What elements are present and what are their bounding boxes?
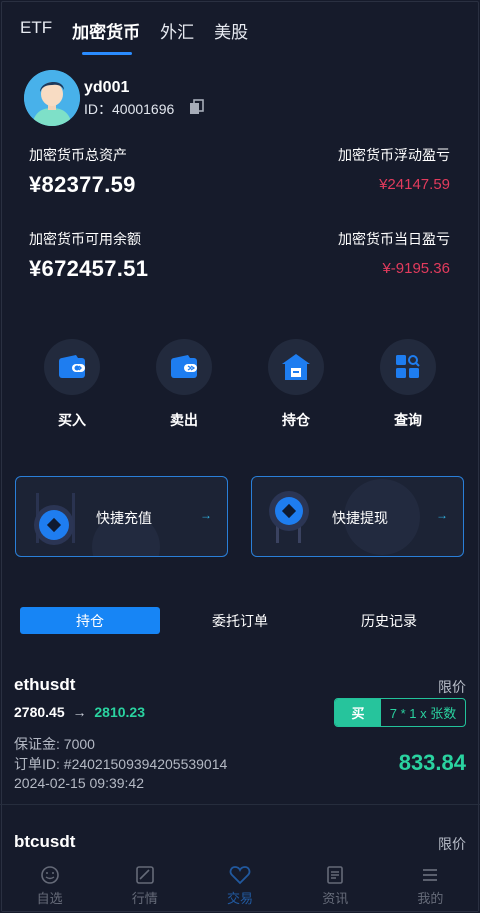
order-type: 限价 — [438, 679, 466, 695]
tab-forex[interactable]: 外汇 — [160, 14, 194, 55]
side-badge: 买 — [335, 699, 381, 726]
order-symbol: btcusdt — [14, 832, 76, 851]
divider — [0, 804, 480, 805]
quick-withdraw-card[interactable]: 快捷提现 → — [251, 476, 464, 557]
tab-us-stocks[interactable]: 美股 — [214, 14, 248, 55]
nav-label: 自选 — [36, 891, 63, 906]
arrow-right-icon: → — [436, 508, 448, 522]
buy-button[interactable]: 买入 — [32, 339, 112, 430]
smile-icon — [40, 866, 59, 884]
nav-label: 我的 — [417, 891, 444, 906]
tab-etf[interactable]: ETF — [20, 14, 52, 55]
menu-icon — [423, 869, 438, 881]
bottom-nav: 自选 行情 交易 资讯 我的 — [2, 859, 478, 911]
order-id: 订单ID: #24021509394205539014 — [14, 756, 228, 772]
nav-watchlist[interactable]: 自选 — [2, 859, 97, 911]
total-assets-value: ¥82377.59 — [29, 172, 136, 197]
nav-label: 行情 — [131, 891, 158, 906]
avatar[interactable] — [24, 70, 80, 126]
quantity: 7 * 1 x 张数 — [389, 706, 457, 721]
total-assets-label: 加密货币总资产 — [29, 147, 127, 163]
quick-withdraw-label: 快捷提现 — [332, 510, 388, 526]
nav-market[interactable]: 行情 — [97, 859, 192, 911]
open-price: 2780.45 — [14, 704, 65, 720]
wallet-out-icon — [156, 339, 212, 395]
username: yd001 — [84, 79, 130, 96]
daily-pnl-label: 加密货币当日盈亏 — [338, 231, 450, 247]
margin: 保证金: 7000 — [14, 736, 95, 752]
quick-deposit-card[interactable]: 快捷充值 → — [15, 476, 228, 557]
query-button[interactable]: 查询 — [368, 339, 448, 430]
order-type: 限价 — [438, 836, 466, 852]
order-pnl: 833.84 — [398, 750, 466, 775]
sell-label: 卖出 — [170, 412, 198, 428]
available-balance-value: ¥672457.51 — [29, 256, 149, 281]
news-icon — [327, 866, 344, 884]
nav-profile[interactable]: 我的 — [383, 859, 478, 911]
nav-label: 交易 — [227, 891, 254, 906]
positions-label: 持仓 — [282, 412, 310, 428]
tab-pending-orders[interactable]: 委托订单 — [170, 607, 310, 634]
arrow-right-icon: → — [200, 508, 212, 522]
nav-news[interactable]: 资讯 — [288, 859, 383, 911]
copy-icon[interactable] — [189, 99, 205, 115]
order-time: 2024-02-15 09:39:42 — [14, 775, 144, 791]
order-symbol: ethusdt — [14, 675, 76, 694]
trade-tag: 买 7 * 1 x 张数 — [334, 698, 466, 727]
order-prices: 2780.45 → 2810.23 — [14, 704, 145, 720]
tab-crypto[interactable]: 加密货币 — [72, 14, 140, 55]
tab-positions[interactable]: 持仓 — [20, 607, 160, 634]
sell-button[interactable]: 卖出 — [144, 339, 224, 430]
user-avatar-icon — [24, 70, 80, 126]
grid-search-icon — [380, 339, 436, 395]
nav-trade[interactable]: 交易 — [192, 859, 287, 911]
wallet-in-icon — [44, 339, 100, 395]
floating-pnl-value: ¥24147.59 — [379, 176, 450, 193]
query-label: 查询 — [394, 412, 422, 428]
buy-label: 买入 — [58, 412, 86, 428]
chart-icon — [135, 866, 154, 884]
user-id: ID：40001696 — [84, 101, 175, 117]
arrow-right-icon: → — [72, 704, 87, 720]
market-tabs: ETF 加密货币 外汇 美股 — [20, 14, 248, 55]
current-price: 2810.23 — [94, 704, 145, 720]
floating-pnl-label: 加密货币浮动盈亏 — [338, 147, 450, 163]
heart-icon — [229, 866, 251, 885]
daily-pnl-value: ¥-9195.36 — [382, 260, 450, 277]
nav-label: 资讯 — [322, 891, 349, 906]
available-balance-label: 加密货币可用余额 — [29, 231, 141, 247]
warehouse-icon — [268, 339, 324, 395]
tab-history[interactable]: 历史记录 — [319, 607, 459, 634]
quick-deposit-label: 快捷充值 — [96, 510, 152, 526]
positions-button[interactable]: 持仓 — [256, 339, 336, 430]
